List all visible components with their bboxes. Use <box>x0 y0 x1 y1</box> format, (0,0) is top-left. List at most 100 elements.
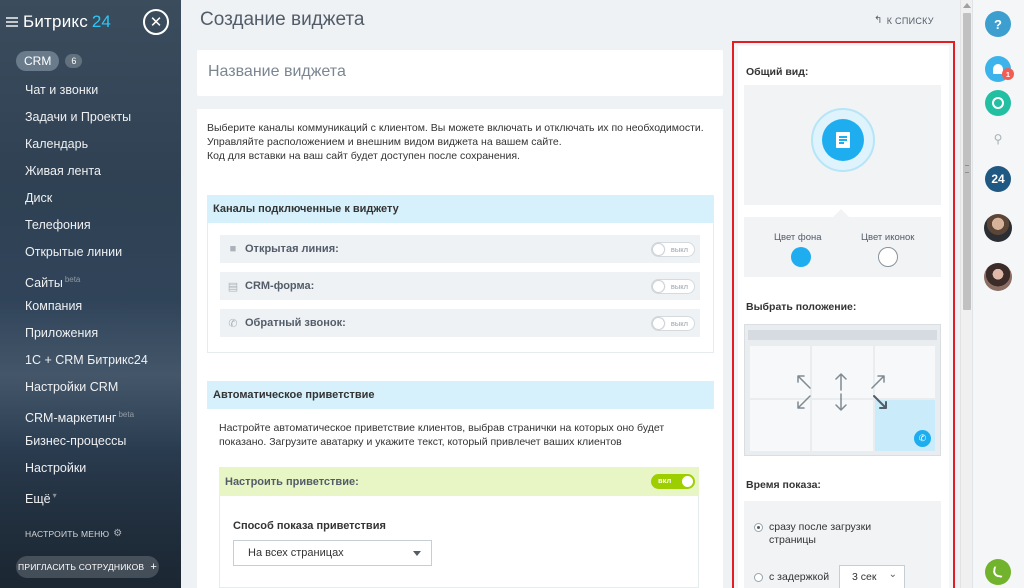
sidebar-item[interactable]: Диск <box>0 185 181 212</box>
toggle-state: вкл <box>658 476 672 485</box>
sidebar-item[interactable]: Задачи и Проекты <box>0 104 181 131</box>
sidebar-item-label: Живая лента <box>25 164 101 178</box>
sidebar-item[interactable]: Телефония <box>0 212 181 239</box>
gear-icon: ⚙ <box>113 528 123 539</box>
sidebar-item[interactable]: CRM-маркетинг beta <box>0 401 181 428</box>
position-picker: ✆ <box>744 324 941 456</box>
delay-select[interactable]: 3 сек ⌄ <box>839 565 905 588</box>
arrow-nw-icon <box>797 375 811 389</box>
toggle-state: выкл <box>670 319 688 328</box>
chat-icon: ■ <box>229 243 237 255</box>
menu-icon[interactable] <box>6 17 18 27</box>
setup-menu-link[interactable]: НАСТРОИТЬ МЕНЮ ⚙ <box>25 528 122 539</box>
notification-badge: 1 <box>1002 68 1014 80</box>
open-line-toggle[interactable]: выкл <box>651 242 695 257</box>
sidebar-item[interactable]: 1С + CRM Битрикс24 <box>0 347 181 374</box>
help-button[interactable]: ? <box>985 11 1011 37</box>
sidebar-item[interactable]: Приложения <box>0 320 181 347</box>
sidebar-item[interactable]: Бизнес-процессы <box>0 428 181 455</box>
back-to-list-link[interactable]: ↰ К СПИСКУ <box>874 15 934 26</box>
sidebar-menu: CRM 6 Чат и звонки Задачи и Проекты Календ… <box>0 50 181 509</box>
bitrix24-button[interactable]: 24 <box>985 166 1011 192</box>
channel-label: Обратный звонок: <box>245 317 346 329</box>
plus-icon: + <box>150 561 157 573</box>
radio-delay[interactable] <box>754 573 763 582</box>
sidebar-item-label: CRM-маркетинг <box>25 411 117 426</box>
toggle-knob <box>653 281 664 292</box>
document-icon <box>836 132 850 148</box>
channel-label: Открытая линия: <box>245 243 339 255</box>
arrow-sw-icon <box>797 395 811 409</box>
toggle-knob <box>682 476 693 487</box>
display-method-value: На всех страницах <box>248 547 344 559</box>
icon-color-swatch[interactable] <box>878 247 898 267</box>
sidebar-item-tag: beta <box>118 410 135 419</box>
intro-line-1: Выберите каналы коммуникаций с клиентом.… <box>207 122 704 134</box>
back-to-list-label: К СПИСКУ <box>886 15 934 26</box>
form-icon: ▤ <box>227 280 239 293</box>
right-toolbar: ? 1 ⚲ 24 <box>972 0 1024 588</box>
arrow-se-icon <box>873 395 887 409</box>
sidebar-item-label: Диск <box>25 191 53 205</box>
avatar[interactable] <box>984 263 1012 291</box>
sidebar-item-label: Компания <box>25 299 83 313</box>
scroll-thumb[interactable] <box>963 13 971 310</box>
sidebar-item[interactable]: Открытые линии <box>0 239 181 266</box>
sidebar-item[interactable]: Живая лента <box>0 158 181 185</box>
toggle-knob <box>653 318 664 329</box>
avatar[interactable] <box>984 214 1012 242</box>
messenger-button[interactable] <box>985 90 1011 116</box>
chevron-down-icon: ⌄ <box>888 569 897 580</box>
greeting-setup-bar: Настроить приветствие: вкл <box>219 467 699 496</box>
channel-row-callback: ✆ Обратный звонок: выкл <box>220 309 700 337</box>
close-icon[interactable]: ✕ <box>143 9 169 35</box>
sidebar-item-label: Открытые линии <box>25 245 123 259</box>
sidebar-item-crm[interactable]: CRM 6 <box>0 50 181 72</box>
widget-config-panel: Общий вид: Цвет фона Цвет иконок Выбрать… <box>732 41 955 588</box>
setup-menu-label: НАСТРОИТЬ МЕНЮ <box>25 528 110 539</box>
logo[interactable]: Битрикс 24 <box>6 9 111 35</box>
crm-form-toggle[interactable]: выкл <box>651 279 695 294</box>
radio-immediate[interactable] <box>754 523 763 532</box>
option-immediate-label: сразу после загрузки страницы <box>769 521 872 546</box>
search-icon[interactable]: ⚲ <box>985 126 1011 152</box>
sidebar-item[interactable]: Чат и звонки <box>0 77 181 104</box>
sidebar-item[interactable]: Компания <box>0 293 181 320</box>
position-arrows <box>797 373 887 411</box>
sidebar-item-label: Чат и звонки <box>25 83 99 97</box>
sidebar-item-label: Календарь <box>25 137 89 151</box>
sidebar-item[interactable]: Ещё ▾ <box>0 482 181 509</box>
intro-line-2: Управляйте расположением и внешним видом… <box>207 136 562 148</box>
sidebar-item[interactable]: Сайты beta <box>0 266 181 293</box>
channel-row-open-line: ■ Открытая линия: выкл <box>220 235 700 263</box>
position-heading: Выбрать положение: <box>746 301 857 313</box>
option-immediate[interactable]: сразу после загрузки страницы <box>754 521 899 547</box>
sidebar-item[interactable]: Настройки CRM <box>0 374 181 401</box>
arrow-s-icon <box>835 393 847 411</box>
widget-bubble[interactable] <box>811 108 875 172</box>
channels-section-body: ■ Открытая линия: выкл ▤ CRM-форма: выкл… <box>207 223 714 353</box>
greeting-toggle[interactable]: вкл <box>651 474 695 489</box>
scroll-up-arrow[interactable] <box>963 3 971 8</box>
sidebar-item-label: Настройки CRM <box>25 380 119 394</box>
notifications-button[interactable]: 1 <box>985 56 1014 82</box>
widget-name-input[interactable]: Название виджета <box>197 50 723 96</box>
callback-toggle[interactable]: выкл <box>651 316 695 331</box>
option-delay[interactable]: с задержкой <box>754 571 829 584</box>
left-sidebar: Битрикс 24 ✕ CRM 6 Чат и звонки Задачи и … <box>0 0 181 588</box>
sidebar-item-label: Настройки <box>25 461 87 475</box>
vertical-scrollbar[interactable] <box>960 0 972 588</box>
sidebar-item[interactable]: Настройки <box>0 455 181 482</box>
greeting-setup-label: Настроить приветствие: <box>225 475 359 488</box>
delay-value: 3 сек <box>852 571 877 583</box>
display-method-select[interactable]: На всех страницах <box>233 540 432 566</box>
toggle-knob <box>653 244 664 255</box>
sidebar-item[interactable]: Календарь <box>0 131 181 158</box>
toggle-state: выкл <box>670 245 688 254</box>
invite-employees-button[interactable]: ПРИГЛАСИТЬ СОТРУДНИКОВ + <box>16 556 159 578</box>
phone-button[interactable] <box>985 559 1011 585</box>
phone-icon: ✆ <box>228 317 238 330</box>
sidebar-item-label: Приложения <box>25 326 99 340</box>
logo-text: Битрикс <box>23 12 88 31</box>
bg-color-swatch[interactable] <box>791 247 811 267</box>
